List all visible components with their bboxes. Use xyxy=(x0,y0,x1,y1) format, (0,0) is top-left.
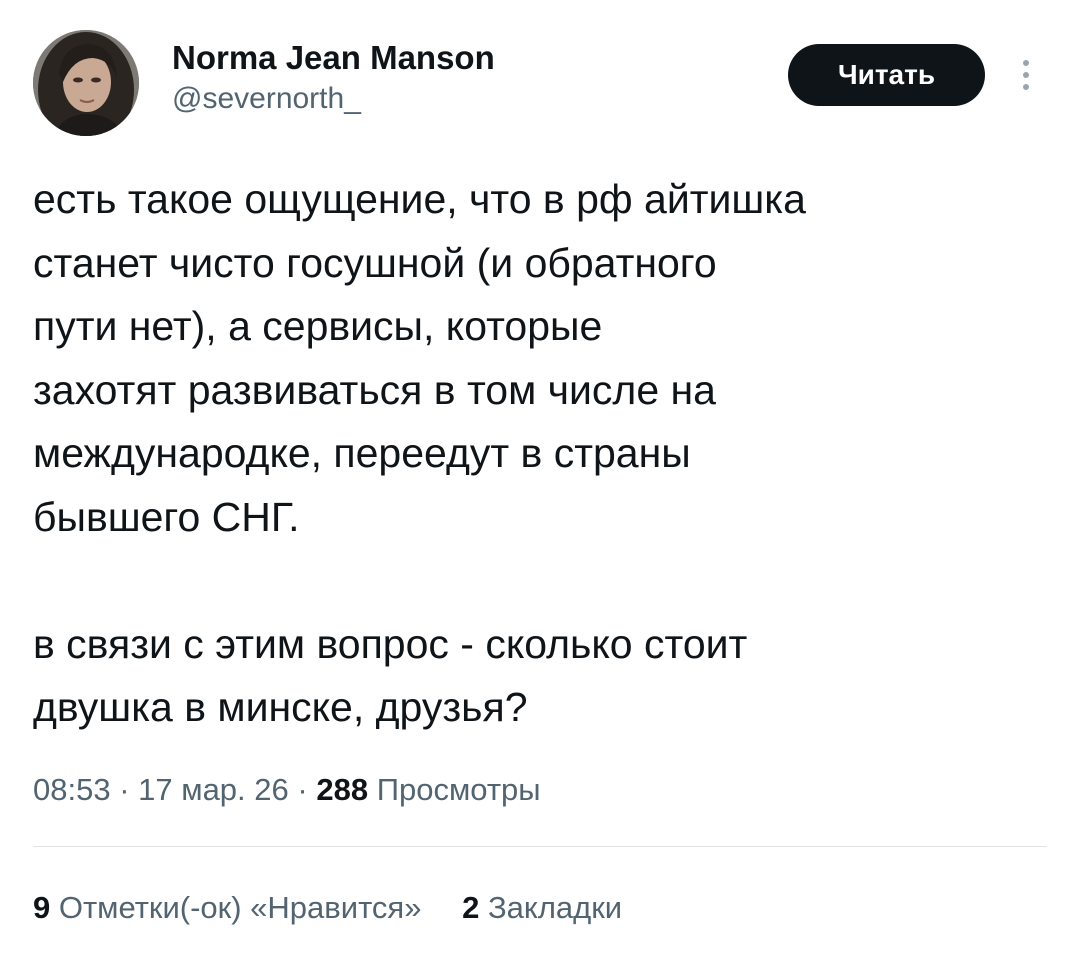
follow-button[interactable]: Читать xyxy=(788,44,985,106)
tweet-time[interactable]: 08:53 xyxy=(33,772,111,807)
tweet-stats: 9 Отметки(-ок) «Нравится» 2 Закладки xyxy=(33,886,622,930)
bookmarks-count: 2 xyxy=(462,890,480,925)
tweet-text-line: бывшего СНГ. xyxy=(33,493,300,540)
divider xyxy=(33,846,1047,847)
author-info: Norma Jean Manson @severnorth_ xyxy=(172,38,495,118)
author-handle[interactable]: @severnorth_ xyxy=(172,80,495,118)
tweet-text-line: международке, переедут в страны xyxy=(33,430,691,476)
tweet-meta: 08:53 · 17 мар. 26 · 288 Просмотры xyxy=(33,768,541,812)
tweet-text-line: двушка в минске, друзья? xyxy=(33,684,528,730)
views-count: 288 xyxy=(316,772,369,807)
likes-label: Отметки(-ок) «Нравится» xyxy=(58,890,422,925)
tweet-text-line: в связи с этим вопрос - сколько стоит xyxy=(33,620,748,667)
avatar-photo xyxy=(33,30,139,136)
more-options-button[interactable] xyxy=(1008,50,1044,100)
meta-separator: · xyxy=(119,772,130,807)
tweet-text-line: станет чисто госушной (и обратного xyxy=(33,239,717,286)
meta-separator: · xyxy=(297,772,308,807)
tweet-text-line: пути нет), а сервисы, которые xyxy=(33,303,603,349)
tweet-text: есть такое ощущение, что в рф айтишка ст… xyxy=(33,168,1043,740)
vertical-ellipsis-icon xyxy=(1023,60,1029,90)
views-label: Просмотры xyxy=(376,772,541,807)
avatar[interactable] xyxy=(33,30,139,136)
tweet-text-line: есть такое ощущение, что в рф айтишка xyxy=(33,176,806,222)
bookmarks-stat[interactable]: 2 Закладки xyxy=(462,886,622,930)
bookmarks-label: Закладки xyxy=(487,890,623,925)
likes-count: 9 xyxy=(33,890,51,925)
tweet-text-line: захотят развиваться в том числе на xyxy=(33,366,716,413)
tweet-card: Norma Jean Manson @severnorth_ Читать ес… xyxy=(0,0,1080,958)
author-display-name[interactable]: Norma Jean Manson xyxy=(172,38,495,78)
tweet-date[interactable]: 17 мар. 26 xyxy=(138,772,289,807)
likes-stat[interactable]: 9 Отметки(-ок) «Нравится» xyxy=(33,886,421,930)
